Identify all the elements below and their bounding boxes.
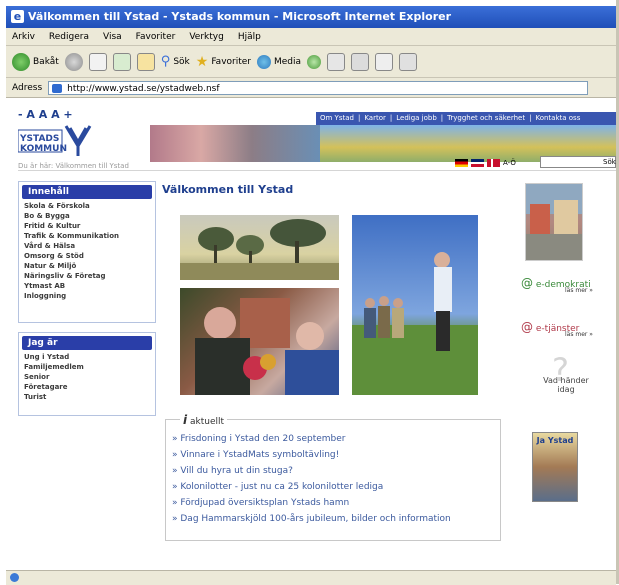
logo-line-1: YSTADS (20, 134, 60, 144)
nav-item-vard[interactable]: Vård & Hälsa (19, 241, 155, 251)
nav-item-fritid[interactable]: Fritid & Kultur (19, 221, 155, 231)
menu-bar: Arkiv Redigera Visa Favoriter Verktyg Hj… (6, 28, 616, 46)
ystad-logo[interactable]: YSTADS KOMMUN (18, 124, 98, 160)
favorites-button[interactable]: ★ Favoriter (196, 54, 251, 70)
e-at-icon: @ (521, 276, 533, 290)
breadcrumb: Du är här: Välkommen till Ystad (18, 162, 129, 170)
nav-item-turist[interactable]: Turist (19, 392, 155, 402)
window-title: Välkommen till Ystad - Ystads kommun - M… (28, 10, 452, 23)
english-flag-icon[interactable] (471, 159, 484, 167)
news-item[interactable]: » Vinnare i YstadMats symboltävling! (172, 450, 339, 461)
topnav-lediga-jobb[interactable]: Lediga jobb (396, 112, 437, 125)
news-item[interactable]: » Fördjupad översiktsplan Ystads hamn (172, 498, 349, 509)
forward-arrow-icon (64, 52, 83, 71)
nav-item-ung[interactable]: Ung i Ystad (19, 352, 155, 362)
address-label: Adress (12, 82, 43, 93)
stop-icon[interactable] (88, 52, 107, 71)
refresh-icon[interactable] (112, 52, 131, 71)
header-divider (18, 170, 616, 171)
nav-item-omsorg[interactable]: Omsorg & Stöd (19, 251, 155, 261)
ja-ystad-magazine[interactable]: Ja Ystad (532, 432, 578, 502)
e-at-icon: @ (521, 320, 533, 334)
discuss-icon[interactable] (399, 52, 418, 71)
news-item[interactable]: » Kolonilotter - just nu ca 25 kolonilot… (172, 482, 383, 493)
nav-item-senior[interactable]: Senior (19, 372, 155, 382)
news-i-icon: i (183, 413, 188, 427)
german-flag-icon[interactable] (455, 159, 468, 167)
back-button[interactable]: Bakåt (12, 52, 59, 71)
nav-item-foretagare[interactable]: Företagare (19, 382, 155, 392)
e-tjanster-link[interactable]: @ e-tjänster läs mer » (521, 320, 593, 338)
audience-nav-title: Jag är (22, 336, 152, 350)
nav-item-bo[interactable]: Bo & Bygga (19, 211, 155, 221)
print-icon[interactable] (351, 52, 370, 71)
globe-icon (10, 573, 19, 582)
back-arrow-icon (12, 52, 30, 71)
a-o-index-link[interactable]: A-Ö (503, 159, 516, 167)
nav-item-familj[interactable]: Familjemedlem (19, 362, 155, 372)
menu-arkiv[interactable]: Arkiv (12, 32, 35, 42)
language-tools: A-Ö (455, 157, 516, 169)
nav-item-ytmast[interactable]: Ytmast AB (19, 281, 155, 291)
browser-toolbar: Bakåt ⚲ Sök ★ Favoriter Media (6, 46, 616, 78)
vad-hander-idag-link[interactable]: ? Vad händer idag (540, 354, 592, 412)
header-banner-photo (150, 125, 320, 162)
media-button[interactable]: Media (257, 54, 301, 69)
edit-icon[interactable] (375, 52, 394, 71)
nav-item-skola[interactable]: Skola & Förskola (19, 201, 155, 211)
topnav-trygghet[interactable]: Trygghet och säkerhet (447, 112, 525, 125)
status-bar (6, 570, 616, 585)
news-item[interactable]: » Dag Hammarskjöld 100-års jubileum, bil… (172, 514, 472, 525)
topnav-kartor[interactable]: Kartor (364, 112, 386, 125)
address-input[interactable]: http://www.ystad.se/ystadweb.nsf (48, 80, 589, 95)
photo-people-flowers (180, 288, 339, 395)
topnav-om-ystad[interactable]: Om Ystad (320, 112, 354, 125)
search-button[interactable]: ⚲ Sök (161, 54, 190, 69)
nav-item-inloggning[interactable]: Inloggning (19, 291, 155, 301)
nav-item-natur[interactable]: Natur & Miljö (19, 261, 155, 271)
media-icon (257, 54, 271, 69)
audience-nav-box: Jag är Ung i Ystad Familjemedlem Senior … (18, 332, 156, 416)
search-label[interactable]: Sök (603, 158, 616, 166)
menu-visa[interactable]: Visa (103, 32, 122, 42)
menu-redigera[interactable]: Redigera (49, 32, 89, 42)
logo-line-2: KOMMUN (20, 144, 67, 154)
page-title: Välkommen till Ystad (162, 183, 294, 196)
menu-favoriter[interactable]: Favoriter (136, 32, 176, 42)
content-nav-box: Innehåll Skola & Förskola Bo & Bygga Fri… (18, 181, 156, 323)
menu-hjalp[interactable]: Hjälp (238, 32, 261, 42)
home-icon[interactable] (136, 52, 155, 71)
news-item[interactable]: » Frisdoning i Ystad den 20 september (172, 434, 346, 445)
content-nav-title: Innehåll (22, 185, 152, 199)
photo-tree-road (180, 215, 339, 280)
menu-verktyg[interactable]: Verktyg (189, 32, 223, 42)
news-header: i aktuellt (180, 413, 228, 427)
topnav-kontakta[interactable]: Kontakta oss (535, 112, 580, 125)
news-item[interactable]: » Vill du hyra ut din stuga? (172, 466, 293, 477)
forward-button[interactable] (64, 52, 83, 71)
search-icon: ⚲ (160, 54, 171, 69)
history-icon[interactable] (307, 54, 322, 69)
top-nav: Om Ystad | Kartor | Lediga jobb | Trygghet … (316, 112, 616, 125)
nav-item-naringsliv[interactable]: Näringsliv & Företag (19, 271, 155, 281)
photo-golfers (352, 215, 478, 395)
e-demokrati-link[interactable]: @ e-demokrati läs mer » (521, 276, 593, 294)
window-title-bar: e Välkommen till Ystad - Ystads kommun -… (6, 6, 616, 28)
address-bar: Adress http://www.ystad.se/ystadweb.nsf (6, 78, 616, 98)
nav-item-trafik[interactable]: Trafik & Kommunikation (19, 231, 155, 241)
font-size-control[interactable]: - A A A + (18, 108, 73, 121)
danish-flag-icon[interactable] (487, 159, 500, 167)
town-square-photo[interactable] (525, 183, 583, 261)
star-icon: ★ (195, 53, 209, 70)
ie-icon: e (11, 10, 24, 23)
mail-icon[interactable] (327, 52, 346, 71)
